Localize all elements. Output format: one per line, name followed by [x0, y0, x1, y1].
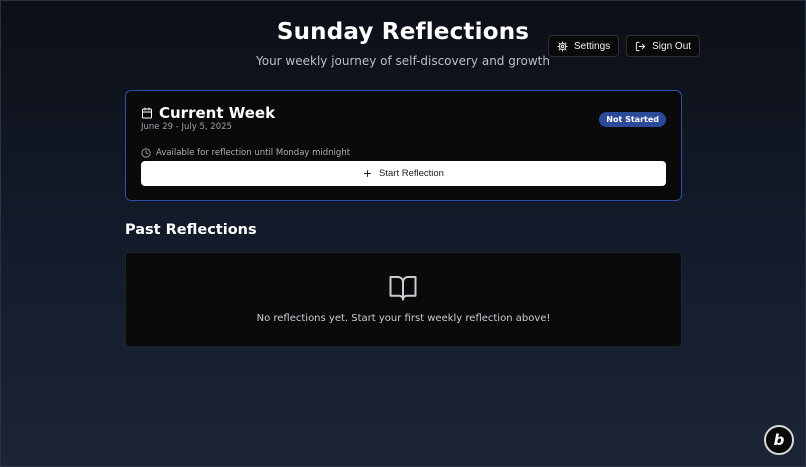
sign-out-icon [636, 41, 646, 51]
current-week-title: Current Week [159, 104, 276, 122]
sign-out-button[interactable]: Sign Out [626, 35, 701, 57]
top-actions: Settings Sign Out [548, 35, 701, 57]
plus-icon [364, 170, 371, 177]
book-open-icon [389, 276, 417, 301]
availability-note: Available for reflection until Monday mi… [141, 148, 350, 158]
current-week-dates: June 29 - July 5, 2025 [141, 122, 232, 132]
brand-b-icon: b [773, 431, 785, 449]
brand-badge[interactable]: b [764, 425, 794, 455]
settings-button[interactable]: Settings [548, 35, 620, 57]
gear-icon [557, 40, 568, 52]
empty-state-message: No reflections yet. Start your first wee… [256, 313, 551, 324]
settings-label: Settings [574, 40, 611, 52]
current-week-heading: Current Week [141, 104, 275, 122]
start-reflection-button[interactable]: Start Reflection [141, 161, 666, 186]
past-reflections-empty-state: No reflections yet. Start your first wee… [125, 252, 682, 347]
current-week-card: Current Week June 29 - July 5, 2025 Not … [125, 90, 682, 201]
calendar-icon [142, 107, 152, 119]
status-badge: Not Started [599, 112, 666, 127]
past-reflections-heading: Past Reflections [125, 222, 257, 238]
clock-icon [141, 148, 151, 158]
sign-out-label: Sign Out [652, 40, 692, 52]
start-reflection-label: Start Reflection [379, 168, 444, 179]
availability-text: Available for reflection until Monday mi… [156, 148, 351, 158]
